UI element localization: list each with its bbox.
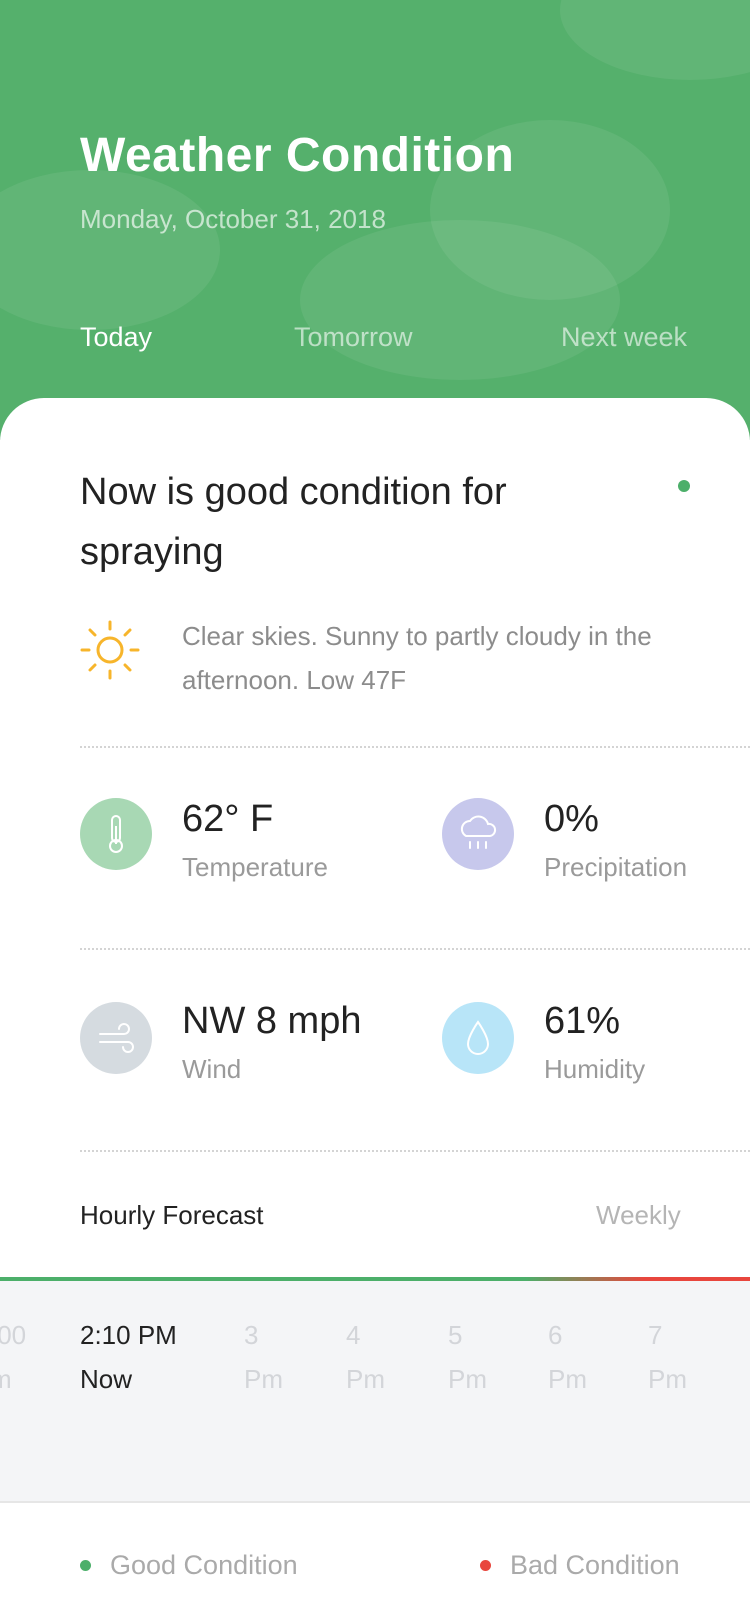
wind-value: NW 8 mph [182, 1000, 362, 1042]
tab-next-week[interactable]: Next week [561, 322, 687, 353]
date-subtitle: Monday, October 31, 2018 [80, 204, 386, 234]
temperature-value: 62° F [182, 798, 274, 840]
cloud-decoration [560, 0, 750, 80]
wind-label: Wind [182, 1054, 242, 1084]
weekly-link[interactable]: Weekly [596, 1200, 681, 1231]
rain-cloud-icon [442, 798, 514, 870]
bad-condition-label: Bad Condition [510, 1550, 680, 1580]
hour-item-now[interactable]: 2:10 PM Now [80, 1313, 177, 1401]
header: Weather Condition Monday, October 31, 20… [0, 0, 750, 440]
temperature-label: Temperature [182, 852, 328, 882]
wind-icon [80, 1002, 152, 1074]
condition-headline: Now is good condition for spraying [80, 471, 507, 573]
divider [80, 1150, 750, 1152]
precipitation-label: Precipitation [544, 852, 688, 882]
condition-description: Clear skies. Sunny to partly cloudy in t… [182, 621, 652, 695]
sun-icon [78, 618, 142, 682]
humidity-value: 61% [544, 1000, 621, 1042]
humidity-label: Humidity [544, 1054, 646, 1084]
hour-item[interactable]: 6 Pm [548, 1313, 587, 1401]
hour-item[interactable]: 4 Pm [346, 1313, 385, 1401]
good-condition-dot [80, 1560, 91, 1571]
thermometer-icon [80, 798, 152, 870]
hourly-forecast-title: Hourly Forecast [80, 1200, 264, 1230]
bad-condition-dot [480, 1560, 491, 1571]
good-condition-label: Good Condition [110, 1550, 298, 1580]
divider [80, 948, 750, 950]
hourly-strip[interactable]: :00 m 2:10 PM Now 3 Pm 4 Pm 5 Pm 6 Pm 7 … [0, 1281, 750, 1503]
cloud-decoration [0, 170, 220, 330]
droplet-icon [442, 1002, 514, 1074]
tab-tomorrow[interactable]: Tomorrow [294, 322, 413, 353]
hour-item[interactable]: 7 Pm [648, 1313, 687, 1401]
page-title: Weather Condition [80, 129, 515, 182]
hour-item[interactable]: 5 Pm [448, 1313, 487, 1401]
divider [80, 746, 750, 748]
precipitation-value: 0% [544, 798, 599, 840]
good-status-dot [678, 480, 690, 492]
tab-today[interactable]: Today [80, 322, 152, 353]
hour-item[interactable]: 3 Pm [244, 1313, 283, 1401]
hour-item[interactable]: :00 m [0, 1313, 26, 1401]
